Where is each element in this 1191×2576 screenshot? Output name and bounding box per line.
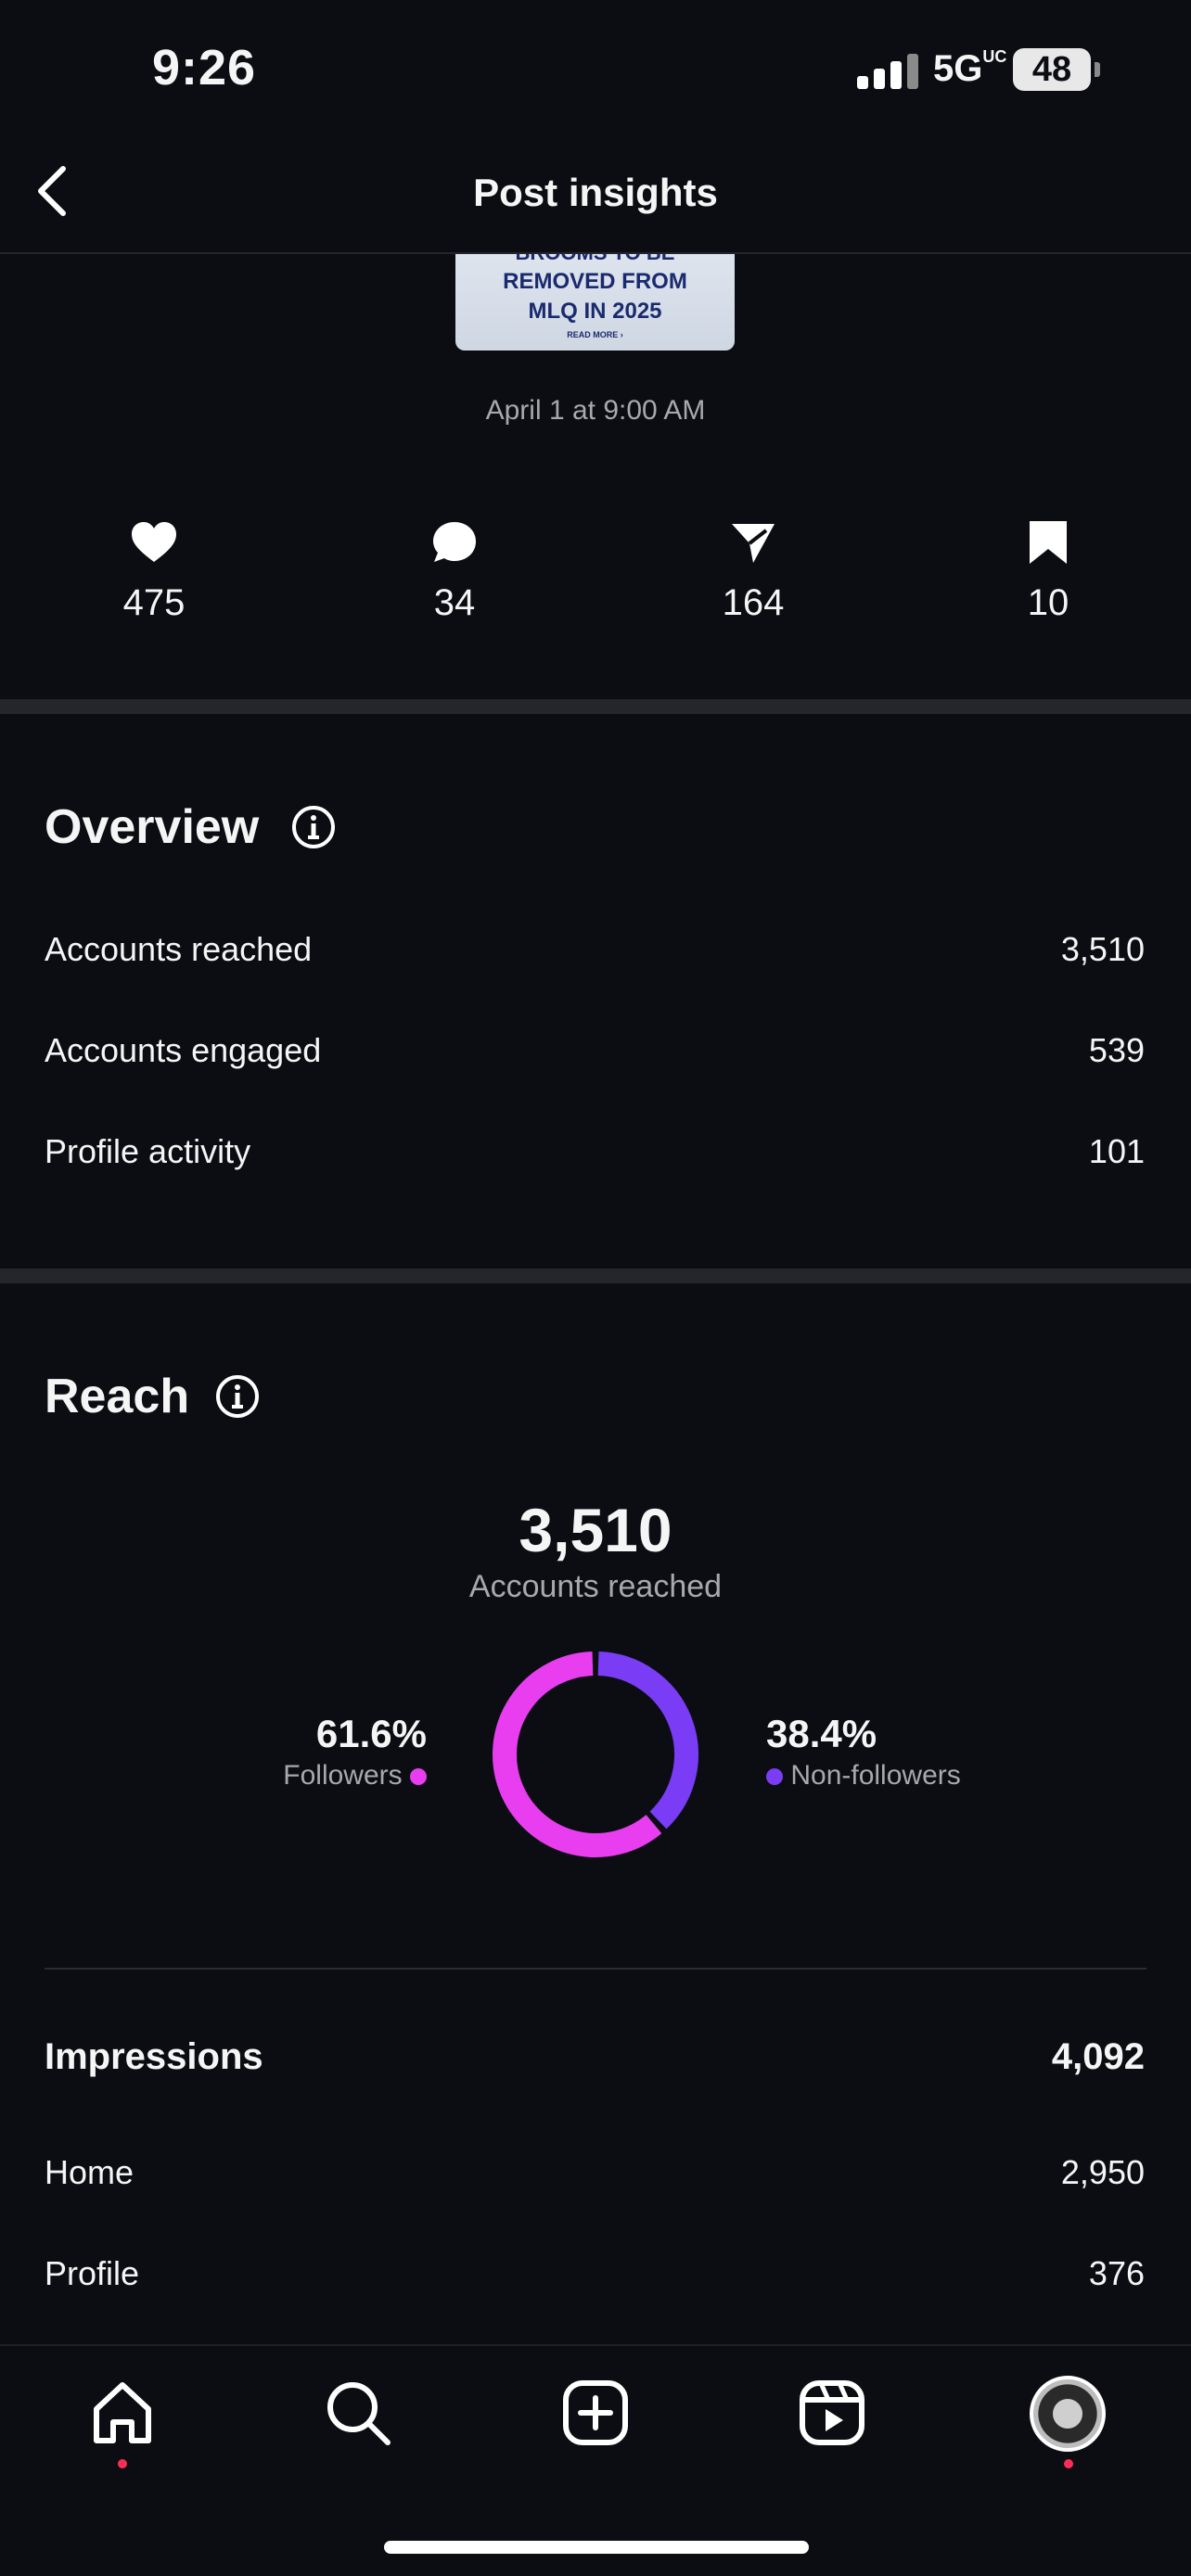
reach-donut-chart [493,1651,698,1857]
followers-dot [410,1768,427,1786]
overview-row-label: Accounts reached [45,930,313,968]
non-followers-segment [597,1651,698,1830]
reels-icon[interactable] [795,2376,869,2450]
impressions-row-value: 2,950 [1060,2153,1145,2191]
profile-avatar[interactable] [1030,2376,1106,2452]
battery-cap [1095,62,1100,77]
shares-count: 164 [722,582,785,623]
reach-total: 3,510 [519,1496,672,1564]
battery-icon: 48 [1013,48,1091,91]
post-date: April 1 at 9:00 AM [485,395,706,426]
impressions-row-value: 376 [1088,2254,1145,2292]
overview-row-label: Profile activity [45,1132,251,1170]
impressions-row-label: Home [45,2153,134,2191]
likes-count: 475 [122,582,186,623]
status-time: 9:26 [152,40,257,96]
overview-title: Overview [45,800,260,854]
followers-pct: 61.6% [315,1712,427,1755]
section-separator [0,699,1191,714]
followers-legend: 61.6% Followers [283,1712,427,1792]
overview-row-value: 539 [1088,1031,1145,1069]
reach-total-label: Accounts reached [468,1569,723,1604]
thumbnail-line: REMOVED FROM [503,269,687,294]
comments-stat: 34 [362,519,547,624]
post-thumbnail[interactable]: BROOMS TO BE REMOVED FROM MLQ IN 2025 RE… [455,254,735,351]
profile-notification-dot [1064,2459,1073,2468]
comment-icon [433,522,476,562]
thumbnail-line: BROOMS TO BE [455,254,735,265]
overview-row-label: Accounts engaged [45,1031,322,1069]
home-icon[interactable] [85,2376,160,2450]
page-title: Post insights [473,171,718,214]
home-notification-dot [118,2459,127,2468]
non-followers-legend: 38.4% Non-followers [766,1712,961,1792]
section-separator [0,1269,1191,1283]
share-icon [732,524,775,563]
comments-count: 34 [433,582,476,623]
network-indicator: 5GUC [933,47,1007,89]
info-icon[interactable] [291,805,336,849]
bookmark-icon [1030,521,1067,564]
overview-row-value: 101 [1088,1132,1145,1170]
followers-label: Followers [283,1760,403,1791]
likes-stat: 475 [61,519,247,624]
signal-icon [857,54,920,89]
impressions-label: Impressions [45,2036,263,2077]
saves-stat: 10 [955,519,1141,624]
home-indicator [384,2541,809,2554]
create-icon[interactable] [558,2376,633,2450]
divider [45,1968,1146,1970]
heart-icon [132,522,176,562]
thumbnail-line: MLQ IN 2025 [528,299,662,324]
non-followers-pct: 38.4% [766,1712,877,1755]
impressions-row-label: Profile [45,2254,140,2292]
followers-segment [493,1651,662,1857]
impressions-value: 4,092 [1051,2036,1145,2077]
search-icon[interactable] [321,2376,395,2450]
info-icon[interactable] [215,1374,260,1419]
reach-title: Reach [45,1370,190,1423]
thumbnail-line: READ MORE › [567,330,623,339]
shares-stat: 164 [660,519,846,624]
saves-count: 10 [1027,582,1069,623]
overview-row-value: 3,510 [1060,930,1145,968]
non-followers-dot [766,1768,783,1786]
non-followers-label: Non-followers [790,1760,961,1791]
